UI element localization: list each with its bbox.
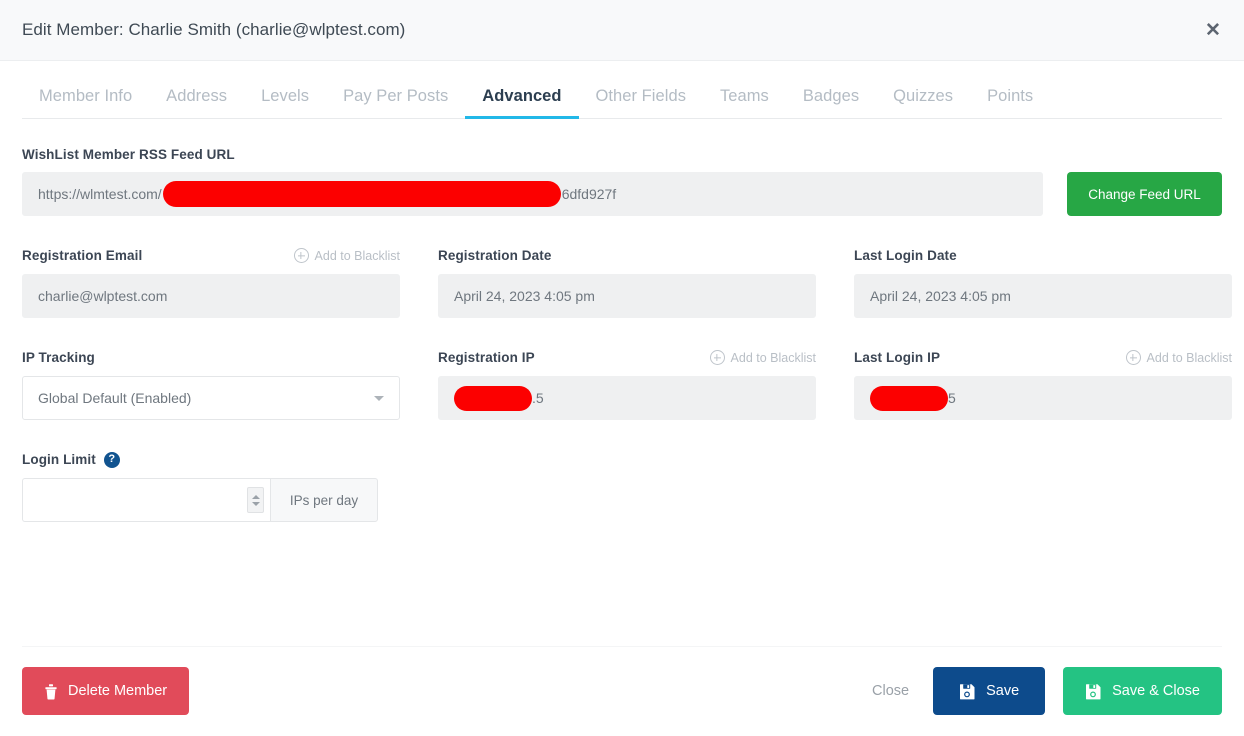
modal-body: WishList Member RSS Feed URL https://wlm… bbox=[0, 147, 1244, 522]
tabs-container: Member Info Address Levels Pay Per Posts… bbox=[0, 81, 1244, 119]
trash-icon bbox=[44, 683, 58, 700]
login-limit-label-text: Login Limit bbox=[22, 452, 96, 467]
rss-feed-label: WishList Member RSS Feed URL bbox=[22, 147, 235, 162]
rss-url-suffix: 6dfd927f bbox=[561, 186, 617, 202]
info-row-1: Registration Email Add to Blacklist char… bbox=[22, 246, 1232, 318]
login-limit-field: Login Limit ? IPs per day bbox=[22, 450, 400, 522]
plus-circle-icon bbox=[293, 248, 309, 263]
rss-feed-url-input[interactable]: https://wlmtest.com/6dfd927f bbox=[22, 172, 1043, 216]
spacer-cell-1 bbox=[438, 450, 816, 522]
rss-feed-row: https://wlmtest.com/6dfd927f Change Feed… bbox=[22, 172, 1222, 216]
add-to-blacklist-label: Add to Blacklist bbox=[1146, 350, 1232, 365]
page-title: Edit Member: Charlie Smith (charlie@wlpt… bbox=[22, 20, 406, 39]
registration-ip-visible-suffix: .5 bbox=[532, 390, 544, 406]
help-icon[interactable]: ? bbox=[103, 451, 120, 468]
ip-tracking-label: IP Tracking bbox=[22, 350, 95, 365]
modal-footer: Delete Member Close Save Save & Close bbox=[0, 646, 1244, 736]
last-login-date-label: Last Login Date bbox=[854, 248, 957, 263]
tab-list: Member Info Address Levels Pay Per Posts… bbox=[22, 81, 1222, 119]
footer-actions: Close Save Save & Close bbox=[866, 667, 1222, 715]
stepper-down-icon bbox=[251, 501, 260, 506]
save-and-close-label: Save & Close bbox=[1112, 683, 1200, 699]
close-button[interactable]: Close bbox=[866, 683, 915, 699]
registration-ip-field: Registration IP Add to Blacklist .5 bbox=[438, 348, 816, 420]
redaction-bar bbox=[870, 385, 948, 411]
quantity-stepper[interactable] bbox=[247, 487, 264, 513]
last-login-ip-field: Last Login IP Add to Blacklist 5 bbox=[854, 348, 1232, 420]
registration-ip-value[interactable]: .5 bbox=[438, 376, 816, 420]
save-icon bbox=[1085, 683, 1102, 700]
ip-tracking-select[interactable]: Global Default (Enabled) bbox=[22, 376, 400, 420]
last-login-date-field: Last Login Date April 24, 2023 4:05 pm bbox=[854, 246, 1232, 318]
tab-address[interactable]: Address bbox=[149, 81, 244, 118]
last-login-date-value[interactable]: April 24, 2023 4:05 pm bbox=[854, 274, 1232, 318]
add-to-blacklist-email-link[interactable]: Add to Blacklist bbox=[293, 248, 400, 263]
rss-url-prefix: https://wlmtest.com/ bbox=[38, 186, 162, 202]
tab-member-info[interactable]: Member Info bbox=[22, 81, 149, 118]
plus-circle-icon bbox=[709, 350, 725, 365]
tab-advanced[interactable]: Advanced bbox=[465, 81, 579, 119]
registration-email-field: Registration Email Add to Blacklist char… bbox=[22, 246, 400, 318]
delete-member-button[interactable]: Delete Member bbox=[22, 667, 190, 715]
redaction-bar bbox=[162, 181, 561, 207]
change-feed-url-button[interactable]: Change Feed URL bbox=[1067, 172, 1222, 216]
spacer-cell-2 bbox=[854, 450, 1232, 522]
close-icon[interactable]: ✕ bbox=[1196, 13, 1230, 47]
save-label: Save bbox=[986, 683, 1020, 699]
last-login-ip-visible-suffix: 5 bbox=[948, 390, 956, 406]
save-icon bbox=[959, 683, 976, 700]
add-to-blacklist-registration-ip-link[interactable]: Add to Blacklist bbox=[709, 350, 816, 365]
registration-date-field: Registration Date April 24, 2023 4:05 pm bbox=[438, 246, 816, 318]
delete-member-label: Delete Member bbox=[68, 683, 168, 699]
save-button[interactable]: Save bbox=[933, 667, 1046, 715]
login-limit-label: Login Limit ? bbox=[22, 451, 120, 468]
registration-email-value[interactable]: charlie@wlptest.com bbox=[22, 274, 400, 318]
tab-pay-per-posts[interactable]: Pay Per Posts bbox=[326, 81, 465, 118]
ip-tracking-field: IP Tracking Global Default (Enabled) bbox=[22, 348, 400, 420]
registration-date-value[interactable]: April 24, 2023 4:05 pm bbox=[438, 274, 816, 318]
stepper-up-icon bbox=[251, 494, 260, 499]
plus-circle-icon bbox=[1125, 350, 1141, 365]
tab-levels[interactable]: Levels bbox=[244, 81, 326, 118]
info-row-3: Login Limit ? IPs per day bbox=[22, 450, 1222, 522]
last-login-ip-label: Last Login IP bbox=[854, 350, 941, 365]
edit-member-modal: Edit Member: Charlie Smith (charlie@wlpt… bbox=[0, 0, 1244, 736]
tab-quizzes[interactable]: Quizzes bbox=[876, 81, 970, 118]
add-to-blacklist-last-login-ip-link[interactable]: Add to Blacklist bbox=[1125, 350, 1232, 365]
tab-badges[interactable]: Badges bbox=[786, 81, 876, 118]
registration-ip-label: Registration IP bbox=[438, 350, 535, 365]
login-limit-input-group: IPs per day bbox=[22, 478, 378, 522]
tab-teams[interactable]: Teams bbox=[703, 81, 786, 118]
login-limit-suffix: IPs per day bbox=[270, 478, 378, 522]
login-limit-number-input[interactable] bbox=[22, 478, 270, 522]
ip-tracking-selected-value: Global Default (Enabled) bbox=[38, 390, 192, 406]
registration-date-label: Registration Date bbox=[438, 248, 552, 263]
info-row-2: IP Tracking Global Default (Enabled) Reg… bbox=[22, 348, 1232, 420]
last-login-ip-value[interactable]: 5 bbox=[854, 376, 1232, 420]
modal-header: Edit Member: Charlie Smith (charlie@wlpt… bbox=[0, 0, 1244, 61]
save-and-close-button[interactable]: Save & Close bbox=[1063, 667, 1222, 715]
redaction-bar bbox=[454, 385, 532, 411]
registration-email-label: Registration Email bbox=[22, 248, 143, 263]
add-to-blacklist-label: Add to Blacklist bbox=[730, 350, 816, 365]
rss-feed-section: WishList Member RSS Feed URL https://wlm… bbox=[22, 147, 1222, 216]
add-to-blacklist-label: Add to Blacklist bbox=[314, 248, 400, 263]
tab-other-fields[interactable]: Other Fields bbox=[579, 81, 703, 118]
tab-points[interactable]: Points bbox=[970, 81, 1050, 118]
chevron-down-icon bbox=[374, 395, 384, 401]
